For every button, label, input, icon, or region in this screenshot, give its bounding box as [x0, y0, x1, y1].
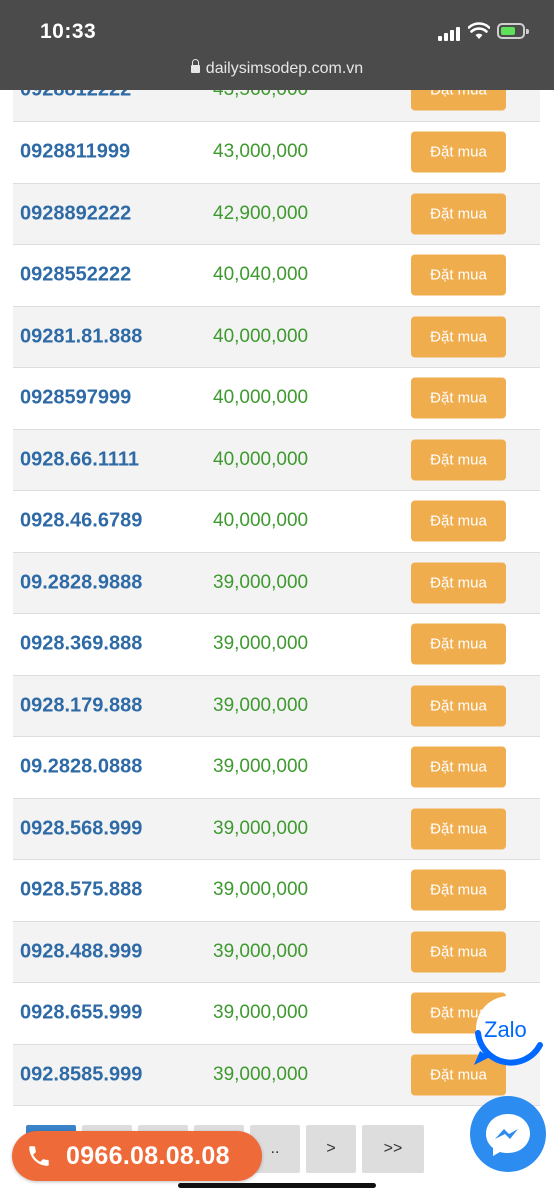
sim-number[interactable]: 0928552222	[20, 264, 131, 287]
table-row: 0928552222 40,040,000 Đặt mua	[13, 245, 540, 307]
battery-charging-icon	[497, 23, 529, 39]
sim-number[interactable]: 09.2828.0888	[20, 756, 142, 779]
sim-price: 40,000,000	[213, 387, 309, 409]
sim-number[interactable]: 0928.488.999	[20, 940, 142, 963]
table-row: 0928892222 42,900,000 Đặt mua	[13, 183, 540, 245]
sim-price: 43,000,000	[213, 141, 309, 163]
status-time: 10:33	[40, 20, 97, 43]
order-button[interactable]: Đặt mua	[411, 500, 506, 542]
sim-price: 39,000,000	[213, 817, 309, 839]
phone-icon	[29, 1146, 49, 1166]
order-button[interactable]: Đặt mua	[411, 439, 506, 481]
table-row: 0928.46.6789 40,000,000 Đặt mua	[13, 491, 540, 553]
sim-price: 40,000,000	[213, 510, 309, 532]
sim-number[interactable]: 0928.66.1111	[20, 448, 139, 471]
sim-number[interactable]: 0928.655.999	[20, 1002, 142, 1025]
order-button[interactable]: Đặt mua	[411, 193, 506, 235]
sim-price: 39,000,000	[213, 571, 309, 593]
order-button[interactable]: Đặt mua	[411, 131, 506, 173]
status-bar: 10:33 dailysimsodep.com.vn	[0, 0, 554, 90]
order-button[interactable]: Đặt mua	[411, 746, 506, 788]
next-page-button[interactable]: >	[306, 1125, 356, 1173]
table-row: 0928.369.888 39,000,000 Đặt mua	[13, 614, 540, 676]
home-indicator	[178, 1183, 376, 1188]
table-row: 09.2828.0888 39,000,000 Đặt mua	[13, 737, 540, 799]
messenger-chat-button[interactable]	[470, 1096, 546, 1172]
table-row: 0928597999 40,000,000 Đặt mua	[13, 368, 540, 430]
sim-number[interactable]: 0928892222	[20, 202, 131, 225]
sim-price: 39,000,000	[213, 694, 309, 716]
order-button[interactable]: Đặt mua	[411, 377, 506, 419]
order-button[interactable]: Đặt mua	[411, 808, 506, 850]
sim-number[interactable]: 09.2828.9888	[20, 571, 142, 594]
table-row: 0928.488.999 39,000,000 Đặt mua	[13, 921, 540, 983]
sim-price: 39,000,000	[213, 633, 309, 655]
sim-price: 40,000,000	[213, 448, 309, 470]
table-row: 09.2828.9888 39,000,000 Đặt mua	[13, 552, 540, 614]
sim-number[interactable]: 09281.81.888	[20, 325, 142, 348]
sim-price: 39,000,000	[213, 940, 309, 962]
table-row: 092.8585.999 39,000,000 Đặt mua	[13, 1044, 540, 1106]
lock-icon	[190, 59, 200, 73]
zalo-icon: Zalo	[474, 996, 543, 1066]
table-row: 0928.66.1111 40,000,000 Đặt mua	[13, 429, 540, 491]
url-text: dailysimsodep.com.vn	[205, 60, 364, 77]
sim-number[interactable]: 0928811999	[20, 141, 130, 164]
hotline-number: 0966.08.08.08	[66, 1141, 230, 1170]
order-button[interactable]: Đặt mua	[411, 254, 506, 296]
table-row: 0928.568.999 39,000,000 Đặt mua	[13, 798, 540, 860]
table-row: 09281.81.888 40,000,000 Đặt mua	[13, 306, 540, 368]
sim-price: 40,000,000	[213, 325, 309, 347]
cellular-signal-icon	[438, 25, 460, 41]
sim-number[interactable]: 0928.575.888	[20, 879, 142, 902]
sim-number[interactable]: 0928.179.888	[20, 694, 142, 717]
table-row: 0928.655.999 39,000,000 Đặt mua	[13, 983, 540, 1045]
sim-number[interactable]: 0928.568.999	[20, 817, 142, 840]
zalo-chat-button[interactable]: Zalo	[470, 993, 548, 1071]
sim-number[interactable]: 0928.46.6789	[20, 510, 142, 533]
sim-number[interactable]: 092.8585.999	[20, 1063, 142, 1086]
table-row: 0928.575.888 39,000,000 Đặt mua	[13, 860, 540, 922]
sim-price: 39,000,000	[213, 879, 309, 901]
order-button[interactable]: Đặt mua	[411, 316, 506, 358]
last-page-button[interactable]: >>	[362, 1125, 424, 1173]
sim-number[interactable]: 0928.369.888	[20, 633, 142, 656]
messenger-icon	[486, 1114, 530, 1156]
sim-price: 39,000,000	[213, 1002, 309, 1024]
address-bar[interactable]: dailysimsodep.com.vn	[0, 59, 554, 78]
order-button[interactable]: Đặt mua	[411, 685, 506, 727]
zalo-label: Zalo	[484, 1017, 527, 1042]
sim-price: 39,000,000	[213, 756, 309, 778]
order-button[interactable]: Đặt mua	[411, 931, 506, 973]
order-button[interactable]: Đặt mua	[411, 562, 506, 604]
hotline-call-button[interactable]: 0966.08.08.08	[12, 1131, 262, 1181]
sim-price: 42,900,000	[213, 202, 309, 224]
sim-price: 39,000,000	[213, 1063, 309, 1085]
sim-price: 40,040,000	[213, 264, 309, 286]
sim-number[interactable]: 0928597999	[20, 387, 131, 410]
order-button[interactable]: Đặt mua	[411, 623, 506, 665]
table-row: 0928.179.888 39,000,000 Đặt mua	[13, 675, 540, 737]
order-button[interactable]: Đặt mua	[411, 869, 506, 911]
wifi-icon	[468, 22, 490, 39]
table-row: 0928811999 43,000,000 Đặt mua	[13, 122, 540, 184]
